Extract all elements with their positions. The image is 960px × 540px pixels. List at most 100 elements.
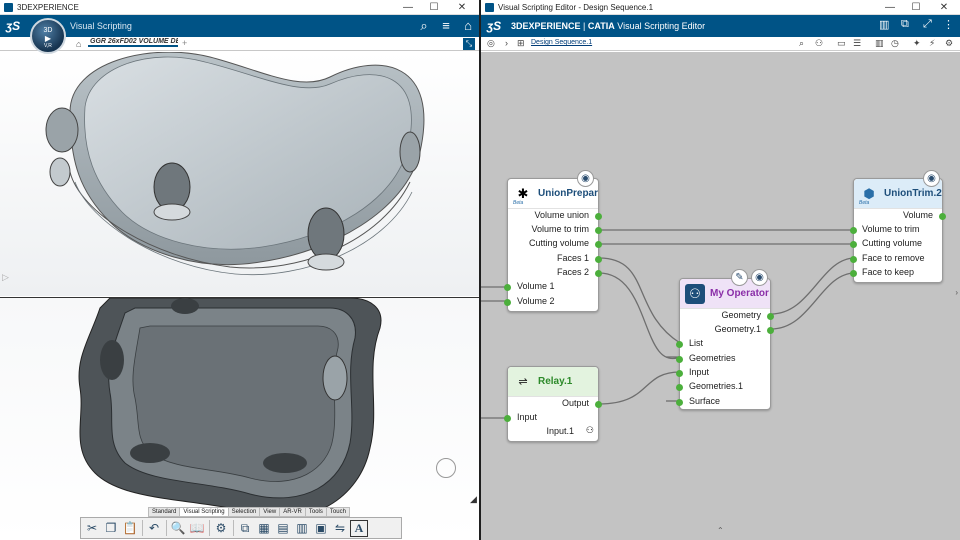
command-tabs: Standard Visual Scripting Selection View… xyxy=(148,507,350,517)
expand-icon[interactable]: ⤢ xyxy=(923,18,932,31)
ds-logo-icon[interactable]: ʒS xyxy=(0,19,26,33)
settings-gear-icon[interactable]: ⚙ xyxy=(212,520,230,537)
node-my-operator[interactable]: ⚇ My Operator Geometry Geometry.1 List G… xyxy=(676,278,774,410)
viewport-top[interactable]: ▷ xyxy=(0,51,479,296)
document-tab[interactable]: GGR 26xFD02 VOLUME DE xyxy=(88,38,178,47)
maximize-button[interactable]: ☐ xyxy=(421,0,447,15)
eye-icon[interactable]: ◉ xyxy=(577,170,594,187)
block-icon[interactable]: ▦ xyxy=(255,520,273,537)
magic-wand-icon[interactable]: ✦ xyxy=(913,38,921,49)
input-port[interactable] xyxy=(676,341,683,348)
restore-view-icon[interactable]: ⤡ xyxy=(463,38,475,50)
chevron-right-icon[interactable]: › xyxy=(505,38,508,48)
share-icon[interactable]: ⧉ xyxy=(901,18,909,31)
output-port[interactable] xyxy=(595,401,602,408)
input-port[interactable] xyxy=(850,241,857,248)
minimize-button[interactable]: — xyxy=(877,0,903,15)
search-icon[interactable]: ⌕ xyxy=(799,38,804,49)
node-relay[interactable]: ⇌ Relay.1 Output Input Input.1 ⚇ xyxy=(504,366,602,442)
cut-icon[interactable]: ✂ xyxy=(83,520,101,537)
cmd-tab-tools[interactable]: Tools xyxy=(304,507,327,517)
resize-grip-icon[interactable]: ◢ xyxy=(470,494,477,505)
node-union-trim[interactable]: ⬢ Beta UnionTrim.2 Volume Volume to trim… xyxy=(850,178,946,283)
node-union-prepare[interactable]: ✱ Beta UnionPrepar Volume union Volume t… xyxy=(504,178,602,312)
relay-icon[interactable]: ⇋ xyxy=(331,520,349,537)
split-view-icon[interactable]: ▥ xyxy=(879,18,889,31)
input-port[interactable] xyxy=(850,270,857,277)
input-port[interactable] xyxy=(850,227,857,234)
binoculars-icon[interactable]: ⚇ xyxy=(586,425,594,436)
list-icon[interactable]: ☰ xyxy=(853,38,861,49)
cmd-tab-selection[interactable]: Selection xyxy=(227,507,261,517)
output-port[interactable] xyxy=(767,327,774,334)
copy-icon[interactable]: ❐ xyxy=(102,520,120,537)
play-icon[interactable]: ▶ xyxy=(32,34,64,43)
compass-version: V,R xyxy=(44,43,52,49)
sequence-icon[interactable]: ⊞ xyxy=(517,38,525,49)
expand-panel-arrow-icon[interactable]: ▷ xyxy=(2,272,9,283)
timer-icon[interactable]: ◷ xyxy=(891,38,899,49)
output-port[interactable] xyxy=(595,256,602,263)
node-title: UnionTrim.2 xyxy=(884,188,942,199)
input-port[interactable] xyxy=(676,384,683,391)
ds-logo-icon[interactable]: ʒS xyxy=(481,19,507,33)
search-icon[interactable]: ⌕ xyxy=(416,18,432,34)
cmd-tab-view[interactable]: View xyxy=(259,507,281,517)
text-icon[interactable]: A xyxy=(350,519,368,537)
tag-icon[interactable]: ⌂ xyxy=(460,18,476,34)
input-port[interactable] xyxy=(676,356,683,363)
settings-gear-icon[interactable]: ⚙ xyxy=(945,38,953,49)
input-port[interactable] xyxy=(676,370,683,377)
minimize-button[interactable]: — xyxy=(395,0,421,15)
compass-target-icon[interactable] xyxy=(436,458,456,478)
input-port-label: Volume to trim xyxy=(862,224,920,234)
output-port[interactable] xyxy=(595,241,602,248)
left-window-title: 3DEXPERIENCE xyxy=(17,2,79,12)
close-button[interactable]: ✕ xyxy=(449,0,475,15)
zoom-icon[interactable]: 🔍 xyxy=(169,520,187,537)
paste-icon[interactable]: 📋 xyxy=(121,520,139,537)
cmd-tab-ar-vr[interactable]: AR-VR xyxy=(279,507,306,517)
input-port[interactable] xyxy=(504,284,511,291)
graph-icon[interactable]: ⧉ xyxy=(236,520,254,537)
part-model-bottom-render xyxy=(78,297,382,518)
eye-icon[interactable]: ◉ xyxy=(923,170,940,187)
input-port[interactable] xyxy=(850,256,857,263)
eye-icon[interactable]: ◉ xyxy=(751,269,768,286)
breadcrumb[interactable]: Design Sequence.1 xyxy=(531,39,592,46)
home-icon[interactable]: ⌂ xyxy=(76,39,81,49)
output-port[interactable] xyxy=(939,213,946,220)
more-options-icon[interactable]: ⋮ xyxy=(943,18,954,31)
output-port[interactable] xyxy=(595,213,602,220)
navigate-icon[interactable]: ◎ xyxy=(487,38,495,49)
right-window-title: Visual Scripting Editor - Design Sequenc… xyxy=(498,2,654,12)
book-icon[interactable]: 📖 xyxy=(188,520,206,537)
output-port[interactable] xyxy=(595,270,602,277)
split-icon[interactable]: ▥ xyxy=(875,38,884,49)
menu-icon[interactable]: ≡ xyxy=(438,18,454,34)
binoculars-icon[interactable]: ⚇ xyxy=(815,38,823,49)
comment-icon[interactable]: ▭ xyxy=(837,38,846,49)
cmd-tab-standard[interactable]: Standard xyxy=(148,507,181,517)
maximize-button[interactable]: ☐ xyxy=(903,0,929,15)
viewport-bottom[interactable]: ◢ xyxy=(0,297,479,540)
output-port[interactable] xyxy=(767,313,774,320)
table-icon[interactable]: ▥ xyxy=(293,520,311,537)
chevron-right-icon[interactable]: › xyxy=(955,288,958,297)
input-port[interactable] xyxy=(504,415,511,422)
pencil-edit-icon[interactable]: ✎ xyxy=(731,269,748,286)
input-port[interactable] xyxy=(676,399,683,406)
graph-canvas[interactable]: ✱ Beta UnionPrepar Volume union Volume t… xyxy=(481,52,960,540)
chart-icon[interactable]: ▤ xyxy=(274,520,292,537)
undo-icon[interactable]: ↶ xyxy=(145,520,163,537)
output-port[interactable] xyxy=(595,227,602,234)
cmd-tab-touch[interactable]: Touch xyxy=(325,507,350,517)
close-button[interactable]: ✕ xyxy=(931,0,957,15)
add-tab-icon[interactable]: + xyxy=(182,38,187,48)
input-port[interactable] xyxy=(504,299,511,306)
cmd-tab-visual-scripting[interactable]: Visual Scripting xyxy=(179,507,229,517)
compass[interactable]: 3D ▶ V,R xyxy=(30,18,66,54)
script-icon[interactable]: ▣ xyxy=(312,520,330,537)
lightning-icon[interactable]: ⚡ xyxy=(929,38,935,49)
chevron-up-icon[interactable]: ⌃ xyxy=(717,526,724,535)
